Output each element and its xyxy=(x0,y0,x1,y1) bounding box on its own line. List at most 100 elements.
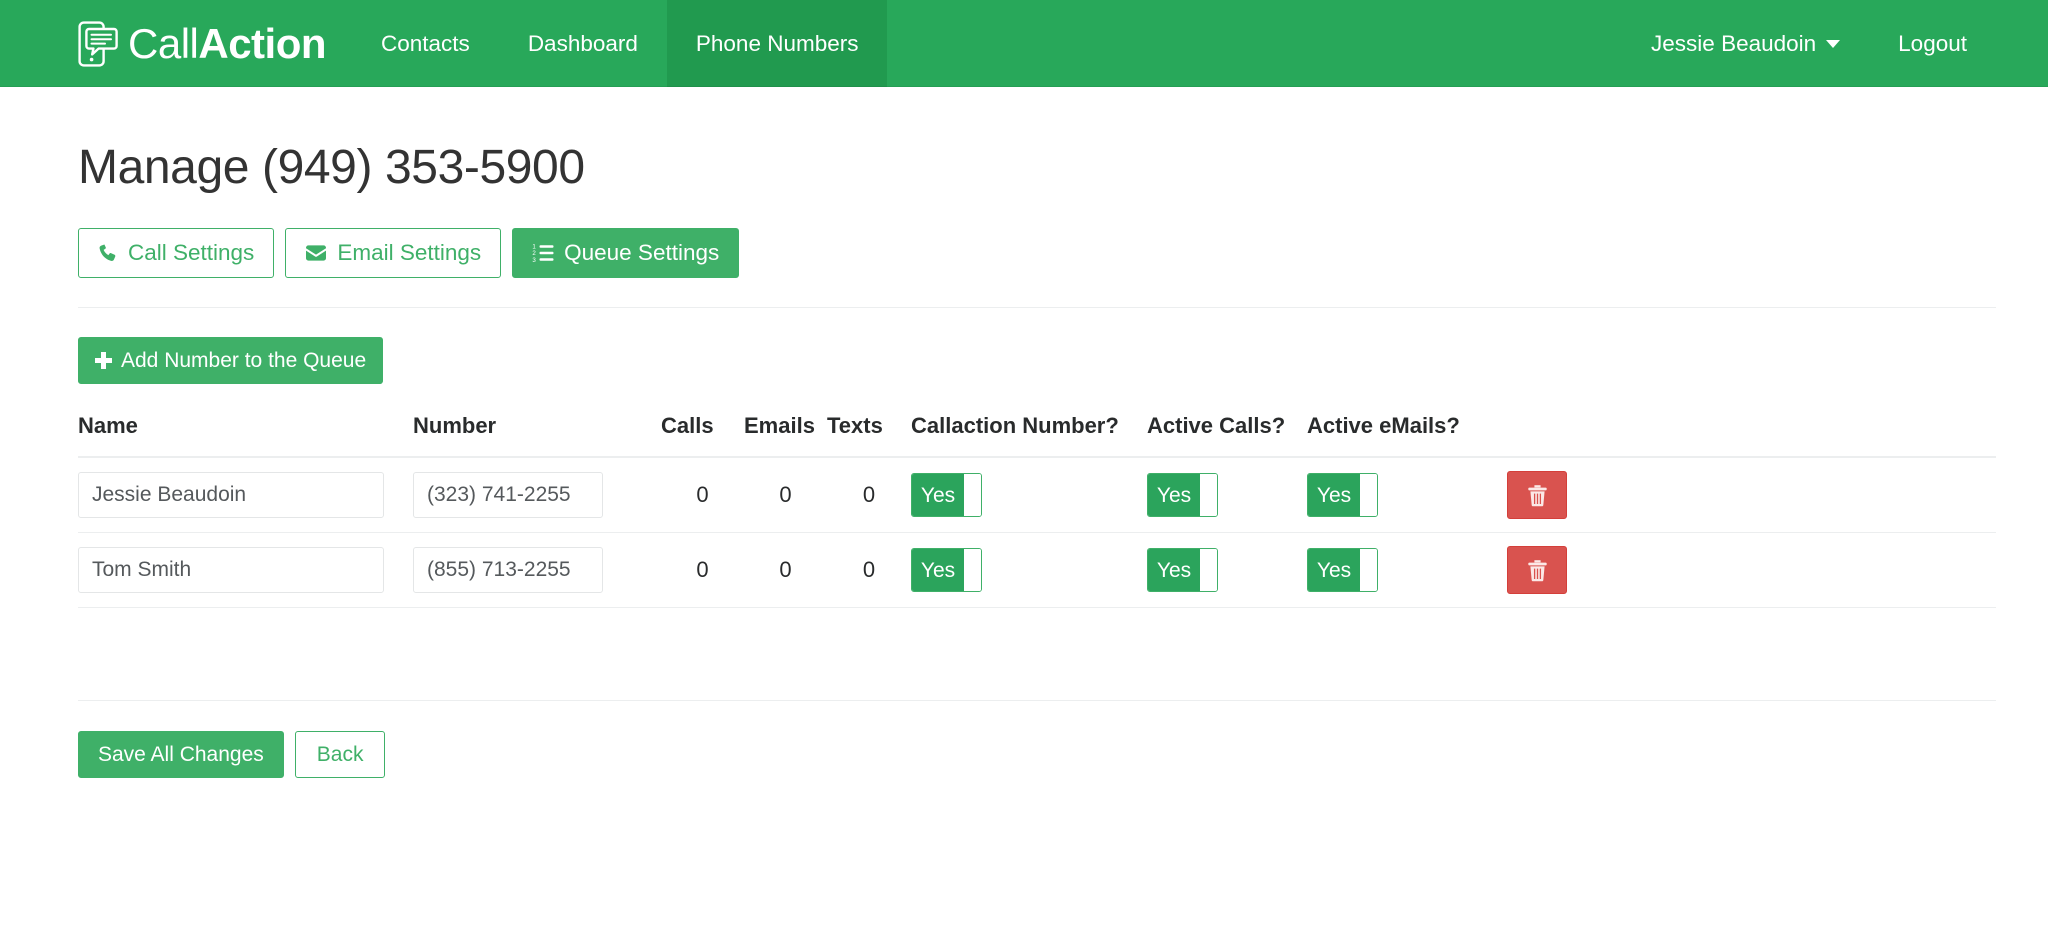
callaction-number-toggle-label: Yes xyxy=(920,558,956,582)
ordered-list-icon: 1 2 3 xyxy=(532,243,554,263)
nav-item-contacts[interactable]: Contacts xyxy=(352,0,499,87)
column-header-callaction-number: Callaction Number? xyxy=(911,413,1147,458)
phone-icon xyxy=(98,243,118,263)
active-calls-toggle-label: Yes xyxy=(1156,483,1192,507)
logout-link[interactable]: Logout xyxy=(1869,0,1996,87)
toggle-knob xyxy=(964,549,981,591)
toggle-knob xyxy=(1200,474,1217,516)
cell-texts: 0 xyxy=(827,457,911,533)
logout-label: Logout xyxy=(1898,30,1967,56)
cell-actions xyxy=(1507,457,1996,533)
delete-row-button[interactable] xyxy=(1507,546,1567,594)
cell-number xyxy=(413,457,661,533)
plus-icon xyxy=(95,352,112,369)
cell-active-emails: Yes xyxy=(1307,457,1507,533)
callaction-number-toggle-label: Yes xyxy=(920,483,956,507)
cell-name xyxy=(78,457,413,533)
name-input[interactable] xyxy=(78,472,384,518)
tab-call-settings-label: Call Settings xyxy=(128,240,255,265)
active-emails-toggle-label: Yes xyxy=(1316,558,1352,582)
brand-name: CallAction xyxy=(128,19,327,67)
section-divider-bottom xyxy=(78,700,1996,701)
toggle-knob xyxy=(964,474,981,516)
number-input[interactable] xyxy=(413,547,603,593)
tab-email-settings-label: Email Settings xyxy=(337,240,482,265)
cell-callaction-number: Yes xyxy=(911,532,1147,608)
top-navbar: CallAction Contacts Dashboard Phone Numb… xyxy=(0,0,2048,87)
column-header-name: Name xyxy=(78,413,413,458)
nav-item-dashboard[interactable]: Dashboard xyxy=(499,0,667,87)
cell-actions xyxy=(1507,532,1996,608)
phone-chat-icon xyxy=(78,20,118,67)
add-number-to-queue-label: Add Number to the Queue xyxy=(121,348,367,372)
column-header-actions xyxy=(1507,413,1996,458)
cell-texts: 0 xyxy=(827,532,911,608)
cell-calls: 0 xyxy=(661,457,744,533)
nav-item-phone-numbers-label: Phone Numbers xyxy=(695,30,859,56)
cell-number xyxy=(413,532,661,608)
tab-queue-settings[interactable]: 1 2 3 Queue Settings xyxy=(512,228,740,278)
nav-item-dashboard-label: Dashboard xyxy=(527,30,638,56)
user-menu-dropdown[interactable]: Jessie Beaudoin xyxy=(1622,0,1869,87)
back-button[interactable]: Back xyxy=(294,731,386,778)
delete-row-button[interactable] xyxy=(1507,471,1567,519)
cell-active-calls: Yes xyxy=(1147,532,1307,608)
page-container: Manage (949) 353-5900 Call Settings Emai… xyxy=(0,140,2048,778)
column-header-calls: Calls xyxy=(661,413,744,458)
active-emails-toggle-label: Yes xyxy=(1316,483,1352,507)
callaction-number-toggle[interactable]: Yes xyxy=(911,548,982,592)
callaction-number-toggle[interactable]: Yes xyxy=(911,473,982,517)
nav-item-phone-numbers[interactable]: Phone Numbers xyxy=(666,0,888,87)
settings-tab-group: Call Settings Email Settings 1 2 3 Queue… xyxy=(78,228,1996,278)
navbar-right-group: Jessie Beaudoin Logout xyxy=(1622,0,2048,87)
column-header-emails: Emails xyxy=(744,413,827,458)
queue-table: Name Number Calls Emails Texts Callactio… xyxy=(78,413,1996,608)
chevron-down-icon xyxy=(1826,39,1841,48)
active-calls-toggle[interactable]: Yes xyxy=(1147,473,1218,517)
save-all-changes-button[interactable]: Save All Changes xyxy=(78,731,284,778)
toggle-knob xyxy=(1360,474,1377,516)
column-header-active-emails: Active eMails? xyxy=(1307,413,1507,458)
tab-queue-settings-label: Queue Settings xyxy=(564,240,720,265)
svg-text:3: 3 xyxy=(533,257,537,263)
column-header-number: Number xyxy=(413,413,661,458)
cell-callaction-number: Yes xyxy=(911,457,1147,533)
trash-icon xyxy=(1527,559,1548,582)
name-input[interactable] xyxy=(78,547,384,593)
column-header-active-calls: Active Calls? xyxy=(1147,413,1307,458)
number-input[interactable] xyxy=(413,472,603,518)
table-row: 0 0 0 Yes Yes Yes xyxy=(78,457,1996,533)
cell-calls: 0 xyxy=(661,532,744,608)
toggle-knob xyxy=(1360,549,1377,591)
cell-active-calls: Yes xyxy=(1147,457,1307,533)
tab-call-settings[interactable]: Call Settings xyxy=(78,228,275,278)
active-calls-toggle-label: Yes xyxy=(1156,558,1192,582)
tab-email-settings[interactable]: Email Settings xyxy=(285,228,502,278)
column-header-texts: Texts xyxy=(827,413,911,458)
section-divider-top xyxy=(78,307,1996,308)
brand-logo-link[interactable]: CallAction xyxy=(0,0,352,87)
queue-table-head: Name Number Calls Emails Texts Callactio… xyxy=(78,413,1996,458)
table-bottom-spacer xyxy=(78,608,1996,671)
cell-emails: 0 xyxy=(744,457,827,533)
cell-active-emails: Yes xyxy=(1307,532,1507,608)
active-emails-toggle[interactable]: Yes xyxy=(1307,473,1378,517)
footer-action-group: Save All Changes Back xyxy=(78,731,1996,778)
toggle-knob xyxy=(1200,549,1217,591)
brand-name-light: Call xyxy=(128,19,199,67)
cell-emails: 0 xyxy=(744,532,827,608)
nav-item-contacts-label: Contacts xyxy=(381,30,470,56)
page-title: Manage (949) 353-5900 xyxy=(78,141,585,194)
envelope-icon xyxy=(305,243,327,263)
add-number-to-queue-button[interactable]: Add Number to the Queue xyxy=(78,337,384,384)
active-emails-toggle[interactable]: Yes xyxy=(1307,548,1378,592)
active-calls-toggle[interactable]: Yes xyxy=(1147,548,1218,592)
trash-icon xyxy=(1527,484,1548,507)
table-row: 0 0 0 Yes Yes Yes xyxy=(78,532,1996,608)
queue-table-body: 0 0 0 Yes Yes Yes xyxy=(78,457,1996,608)
brand-name-bold: Action xyxy=(198,19,327,67)
table-header-row: Name Number Calls Emails Texts Callactio… xyxy=(78,413,1996,458)
user-menu-label: Jessie Beaudoin xyxy=(1651,30,1817,56)
cell-name xyxy=(78,532,413,608)
navbar-left-group: CallAction Contacts Dashboard Phone Numb… xyxy=(0,0,888,87)
